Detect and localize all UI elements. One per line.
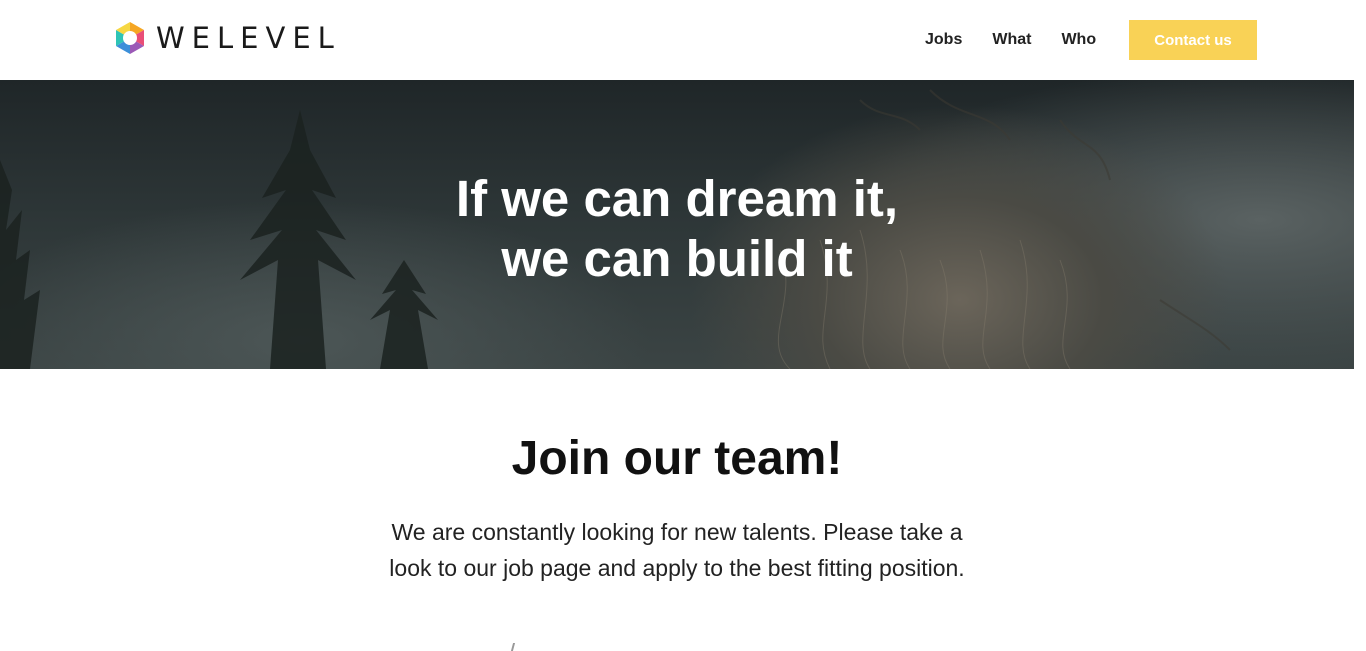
- main-nav: Jobs What Who: [925, 28, 1096, 52]
- nav-link-what[interactable]: What: [992, 28, 1031, 52]
- hero-headline: If we can dream it, we can build it: [0, 169, 1354, 289]
- contact-us-button[interactable]: Contact us: [1129, 20, 1257, 60]
- site-logo[interactable]: WELEVEL: [112, 20, 341, 56]
- hero-headline-line-2: we can build it: [501, 230, 853, 287]
- hero-banner: If we can dream it, we can build it: [0, 80, 1354, 369]
- nav-link-who[interactable]: Who: [1061, 28, 1096, 52]
- logo-wordmark: WELEVEL: [156, 21, 341, 55]
- nav-link-jobs[interactable]: Jobs: [925, 28, 962, 52]
- join-team-description-line-1: We are constantly looking for new talent…: [391, 519, 963, 545]
- join-team-description: We are constantly looking for new talent…: [0, 514, 1354, 586]
- decorative-mark: [510, 643, 516, 651]
- join-team-description-line-2: look to our job page and apply to the be…: [389, 555, 965, 581]
- join-team-heading: Join our team!: [511, 432, 843, 485]
- logo-hexagon-icon: [116, 22, 144, 54]
- site-header: WELEVEL Jobs What Who Contact us: [0, 0, 1366, 80]
- hero-headline-line-1: If we can dream it,: [455, 170, 899, 227]
